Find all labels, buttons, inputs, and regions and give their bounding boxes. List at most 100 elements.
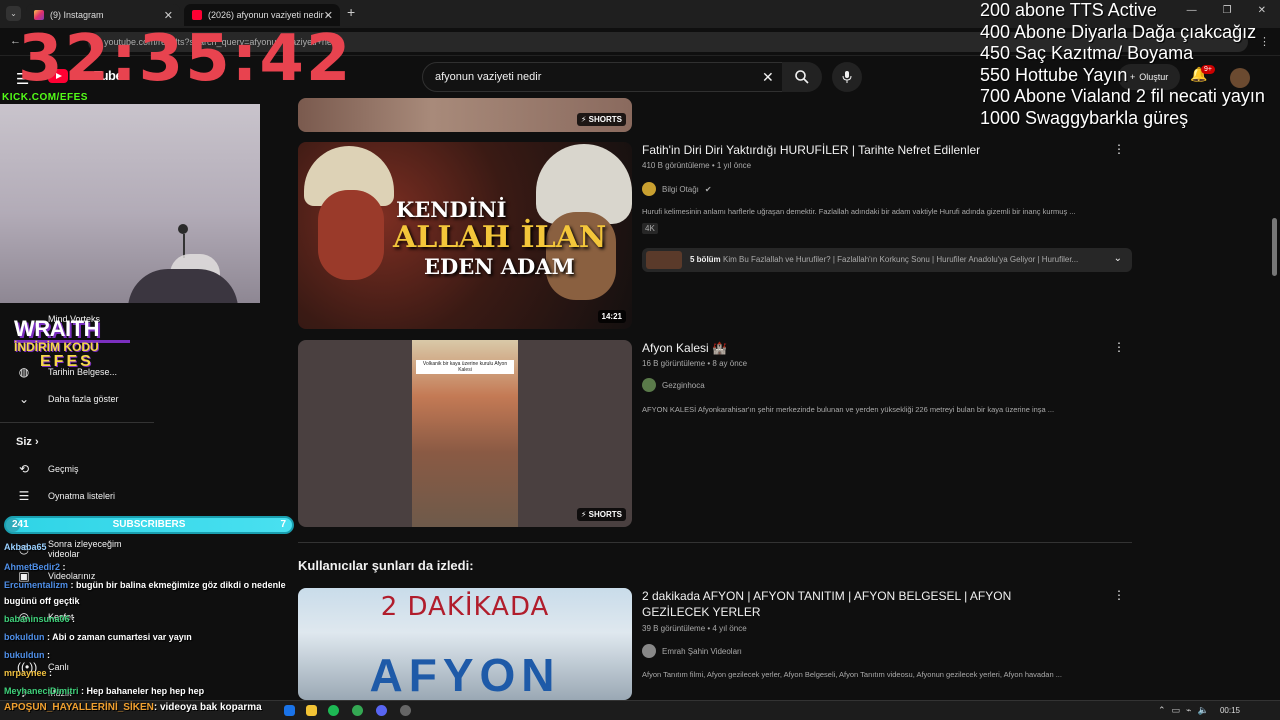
new-tab-button[interactable]: + <box>347 4 355 20</box>
video-title[interactable]: Fatih'in Diri Diri Yaktırdığı HURUFİLER … <box>642 142 1072 158</box>
clock: 00:15 <box>1219 706 1240 715</box>
stream-goal: 200 abone TTS Active <box>980 0 1157 20</box>
more-options-icon[interactable]: ⋮ <box>1113 588 1125 602</box>
promo-code-overlay: WRAITH İNDİRİM KODU EFES <box>14 318 130 370</box>
chat-text: : <box>72 614 76 624</box>
app-icon[interactable] <box>400 705 411 716</box>
stream-timer: 32:35:42 <box>18 22 353 96</box>
voice-search-button[interactable] <box>832 62 862 92</box>
video-title[interactable]: Afyon Kalesi 🏰 <box>642 340 1072 356</box>
chat-text: : <box>49 668 53 678</box>
chat-message: babaninsuna06 : <box>4 614 75 625</box>
chat-username: AhmetBedir2 <box>4 562 61 572</box>
tab-search-icon[interactable]: ⌄ <box>6 6 21 21</box>
webcam-overlay <box>0 104 260 303</box>
stream-goal: 1000 Swaggybarkla güreş <box>980 107 1189 128</box>
chat-message: bugünü off geçtik <box>4 596 80 607</box>
sidebar-item-show-more[interactable]: ⌄ Daha fazla göster <box>0 386 154 412</box>
video-thumbnail[interactable]: KENDİNİ ALLAH İLAN EDEN ADAM 14:21 <box>298 142 632 329</box>
video-meta: 16 B görüntüleme • 8 ay önce <box>642 359 748 368</box>
chat-overlay: Akbaba65 AhmetBedir2 : Ercumentalizm : bu… <box>0 542 310 708</box>
thumb-text: 2 DAKİKADA <box>380 592 550 622</box>
chrome-icon[interactable] <box>352 705 363 716</box>
ticker-user: APOŞUN_HAYALLERİNİ_SİKEN <box>4 702 154 713</box>
chat-username: Ercumentalizm <box>4 580 69 590</box>
chevron-down-icon[interactable]: ⌄ <box>1114 253 1122 264</box>
stream-goals-overlay: 200 abone TTS Active 400 Abone Diyarla Da… <box>980 0 1280 129</box>
sidebar-item-playlists[interactable]: ☰ Oynatma listeleri <box>0 483 154 509</box>
more-options-icon[interactable]: ⋮ <box>1113 142 1125 156</box>
video-description: Afyon Tanıtım filmi, Afyon gezilecek yer… <box>642 670 1062 679</box>
chat-text: : Abi o zaman cumartesi var yayın <box>47 632 192 642</box>
more-options-icon[interactable]: ⋮ <box>1113 340 1125 354</box>
chat-text: : bugün bir balina ekmeğimize göz dikdi … <box>70 580 286 590</box>
chapters-row[interactable]: 5 bölüm Kim Bu Fazlallah ve Hurufiler? |… <box>642 248 1132 272</box>
chevron-right-icon: › <box>34 436 39 448</box>
chat-message: Akbaba65 <box>4 542 47 553</box>
search-button[interactable] <box>782 62 822 92</box>
quality-badge: 4K <box>642 223 658 234</box>
verified-icon: ✔ <box>704 184 712 194</box>
result-2-dakikada-afyon[interactable]: 2 DAKİKADA AFYON 2 dakikada AFYON | AFYO… <box>298 588 1132 700</box>
sidebar-item-history[interactable]: ⟲ Geçmiş <box>0 456 154 482</box>
sidebar-item-label: Geçmiş <box>48 464 79 474</box>
result-hurufiler[interactable]: KENDİNİ ALLAH İLAN EDEN ADAM 14:21 Fatih… <box>298 142 1132 332</box>
discord-icon[interactable] <box>376 705 387 716</box>
video-title[interactable]: 2 dakikada AFYON | AFYON TANITIM | AFYON… <box>642 588 1072 620</box>
shorts-badge: ⚡ SHORTS <box>576 113 626 126</box>
sidebar-section-you[interactable]: Siz › <box>16 436 39 448</box>
chat-message: MeyhaneciDimitri : Hep bahaneler hep hep… <box>4 686 204 697</box>
kick-url: KICK.COM/EFES <box>2 92 88 103</box>
system-tray[interactable]: ⌃▭⌁🔈 <box>1158 705 1215 716</box>
scrollbar[interactable] <box>1272 218 1277 276</box>
search-input[interactable]: afyonun vaziyeti nedir <box>422 62 784 92</box>
ticker-message: : videoya bak koparma <box>153 702 262 713</box>
edge-icon[interactable] <box>284 705 295 716</box>
history-icon: ⟲ <box>18 462 30 476</box>
chat-username: bokuldun <box>4 632 45 642</box>
channel-avatar <box>642 182 656 196</box>
playlist-icon: ☰ <box>18 489 30 503</box>
chat-message: mrpaynee : <box>4 668 52 679</box>
search-icon <box>795 70 809 84</box>
channel-avatar <box>642 378 656 392</box>
chat-username: babaninsuna06 <box>4 614 70 624</box>
result-afyon-kalesi[interactable]: Volkanik bir kaya üzerine kurulu Afyon K… <box>298 340 1132 530</box>
chat-username: mrpaynee <box>4 668 47 678</box>
channel-link[interactable]: Emrah Şahin Videoları <box>642 644 742 658</box>
subscriber-label: SUBSCRIBERS <box>112 519 186 530</box>
section-divider <box>298 542 1132 543</box>
instagram-icon <box>34 10 44 20</box>
video-description: AFYON KALESİ Afyonkarahisar'ın şehir mer… <box>642 405 1055 414</box>
close-tab-icon[interactable]: ✕ <box>324 9 333 22</box>
tab-label: (9) Instagram <box>50 10 104 20</box>
spotify-icon[interactable] <box>328 705 339 716</box>
chat-username: MeyhaneciDimitri <box>4 686 79 696</box>
subscriber-goal: 7 <box>280 519 286 530</box>
video-thumbnail[interactable]: 2 DAKİKADA AFYON <box>298 588 632 700</box>
video-meta: 410 B görüntüleme • 1 yıl önce <box>642 161 752 170</box>
subscriber-goal-bar: 241 SUBSCRIBERS 7 <box>4 516 294 534</box>
thumb-face-left <box>318 190 384 280</box>
chevron-down-icon: ⌄ <box>18 392 30 406</box>
section-label: Siz <box>16 436 32 448</box>
youtube-icon <box>192 10 202 20</box>
thumb-caption: Volkanik bir kaya üzerine kurulu Afyon K… <box>416 360 514 374</box>
clear-search-icon[interactable]: ✕ <box>762 69 774 86</box>
folder-icon[interactable] <box>306 705 317 716</box>
chat-text: : <box>62 562 66 572</box>
thumb-text: KENDİNİ <box>396 197 507 222</box>
chat-username: Akbaba65 <box>4 542 47 552</box>
thumb-text: EDEN ADAM <box>424 254 575 279</box>
chapter-thumbnail <box>646 251 682 269</box>
channel-link[interactable]: Gezginhoca <box>642 378 705 392</box>
sidebar-item-label: Oynatma listeleri <box>48 491 116 501</box>
chat-message: bokuldun : Abi o zaman cumartesi var yay… <box>4 632 192 643</box>
video-thumbnail[interactable]: ⚡ SHORTS <box>298 98 632 132</box>
sidebar-item-label: Daha fazla göster <box>48 394 119 404</box>
channel-link[interactable]: Bilgi Otağı ✔ <box>642 182 712 196</box>
chat-ticker: APOŞUN_HAYALLERİNİ_SİKEN: videoya bak ko… <box>4 702 262 713</box>
close-tab-icon[interactable]: ✕ <box>164 9 173 22</box>
stream-goal: 700 Abone Vialand 2 fil necati yayın <box>980 86 1265 106</box>
video-thumbnail[interactable]: Volkanik bir kaya üzerine kurulu Afyon K… <box>298 340 632 527</box>
